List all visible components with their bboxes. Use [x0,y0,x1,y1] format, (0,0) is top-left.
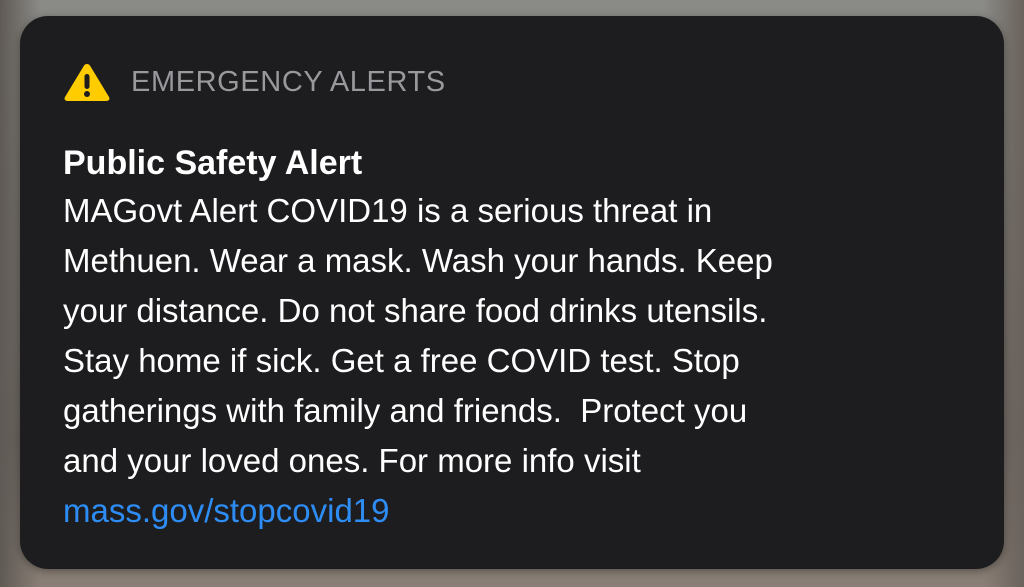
alert-title: Public Safety Alert [63,144,363,182]
alert-header: EMERGENCY ALERTS [63,62,964,102]
warning-triangle-icon [63,62,111,102]
alert-category-label: EMERGENCY ALERTS [131,66,446,98]
alert-info-link[interactable]: mass.gov/stopcovid19 [63,486,964,536]
emergency-alert-notification[interactable]: EMERGENCY ALERTS Public Safety Alert MAG… [20,16,1004,569]
alert-message: MAGovt Alert COVID19 is a serious threat… [63,192,773,479]
